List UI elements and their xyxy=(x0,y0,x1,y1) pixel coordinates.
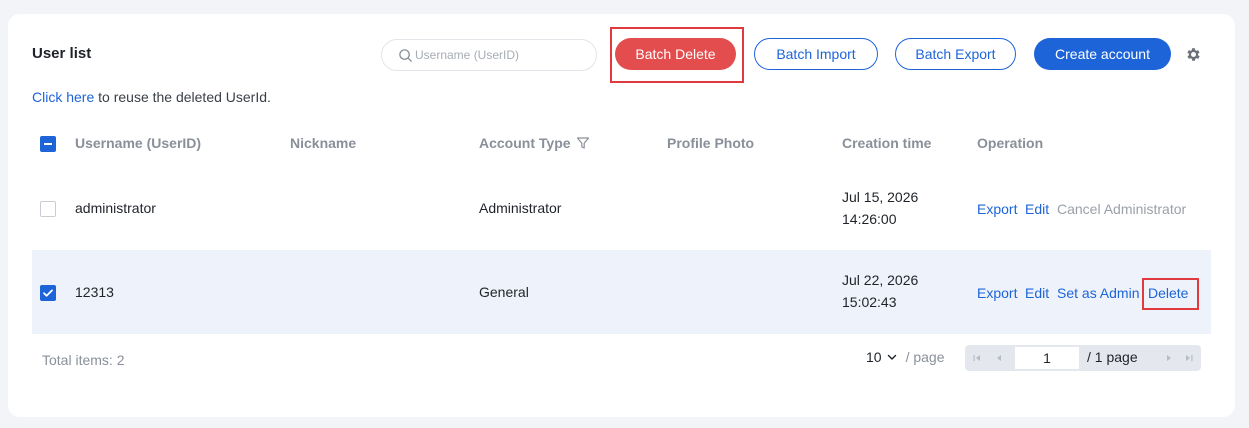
prev-page-icon xyxy=(997,355,1001,361)
search-box[interactable] xyxy=(381,39,597,71)
next-page-button[interactable] xyxy=(1159,345,1179,371)
page-size-value: 10 xyxy=(866,349,882,365)
first-page-button[interactable] xyxy=(967,345,987,371)
search-input[interactable] xyxy=(415,48,585,62)
row-checkbox[interactable] xyxy=(40,201,56,217)
page-title: User list xyxy=(32,45,92,62)
cell-creation-date: Jul 22, 2026 xyxy=(842,272,919,288)
column-header-username: Username (UserID) xyxy=(75,135,202,151)
reuse-notice-text: to reuse the deleted UserId. xyxy=(94,89,271,105)
pagination: / 1 page xyxy=(965,345,1201,371)
user-list-card: User list Batch Delete Batch Import Batc… xyxy=(8,14,1235,417)
filter-icon[interactable] xyxy=(576,136,590,150)
chevron-down-icon xyxy=(887,354,896,360)
page-size-select[interactable]: 10 / page xyxy=(866,349,945,365)
column-header-profile-photo: Profile Photo xyxy=(667,135,755,151)
total-items-value: 2 xyxy=(116,352,125,368)
total-items-label: Total items: xyxy=(42,352,113,368)
cancel-administrator-link[interactable]: Cancel Administrator xyxy=(1057,201,1186,217)
account-type-label: Account Type xyxy=(479,135,571,151)
total-pages: / 1 page xyxy=(1087,349,1138,365)
export-link[interactable]: Export xyxy=(977,201,1017,217)
cell-username: 12313 xyxy=(75,284,114,300)
batch-export-button[interactable]: Batch Export xyxy=(895,38,1016,70)
cell-creation-date: Jul 15, 2026 xyxy=(842,189,919,205)
batch-import-button[interactable]: Batch Import xyxy=(754,38,878,70)
cell-account-type: General xyxy=(479,284,529,300)
page-number-input[interactable] xyxy=(1015,347,1079,369)
batch-delete-button[interactable]: Batch Delete xyxy=(615,38,736,70)
next-page-icon xyxy=(1167,355,1171,361)
reuse-notice: Click here to reuse the deleted UserId. xyxy=(32,89,271,105)
gear-icon[interactable] xyxy=(1185,46,1202,63)
last-page-icon xyxy=(1186,355,1193,361)
create-account-button[interactable]: Create account xyxy=(1034,38,1171,70)
search-icon xyxy=(399,48,412,62)
click-here-link[interactable]: Click here xyxy=(32,89,94,105)
row-checkbox-checked[interactable] xyxy=(40,285,56,301)
column-header-account-type[interactable]: Account Type xyxy=(479,135,590,151)
last-page-button[interactable] xyxy=(1179,345,1199,371)
highlight-box-delete xyxy=(1142,278,1199,310)
cell-account-type: Administrator xyxy=(479,200,562,216)
select-all-checkbox[interactable] xyxy=(40,136,56,152)
first-page-icon xyxy=(973,355,980,361)
cell-username: administrator xyxy=(75,200,156,216)
cell-creation-time: 15:02:43 xyxy=(842,294,897,310)
edit-link[interactable]: Edit xyxy=(1025,201,1049,217)
check-icon xyxy=(43,289,53,297)
column-header-creation-time: Creation time xyxy=(842,135,932,151)
export-link[interactable]: Export xyxy=(977,285,1017,301)
page-size-unit: / page xyxy=(905,349,945,365)
set-as-admin-link[interactable]: Set as Admin xyxy=(1057,285,1140,301)
column-header-operation: Operation xyxy=(977,135,1044,151)
total-items: Total items: 2 xyxy=(42,352,125,368)
cell-creation-time: 14:26:00 xyxy=(842,211,897,227)
prev-page-button[interactable] xyxy=(989,345,1009,371)
column-header-nickname: Nickname xyxy=(290,135,357,151)
edit-link[interactable]: Edit xyxy=(1025,285,1049,301)
